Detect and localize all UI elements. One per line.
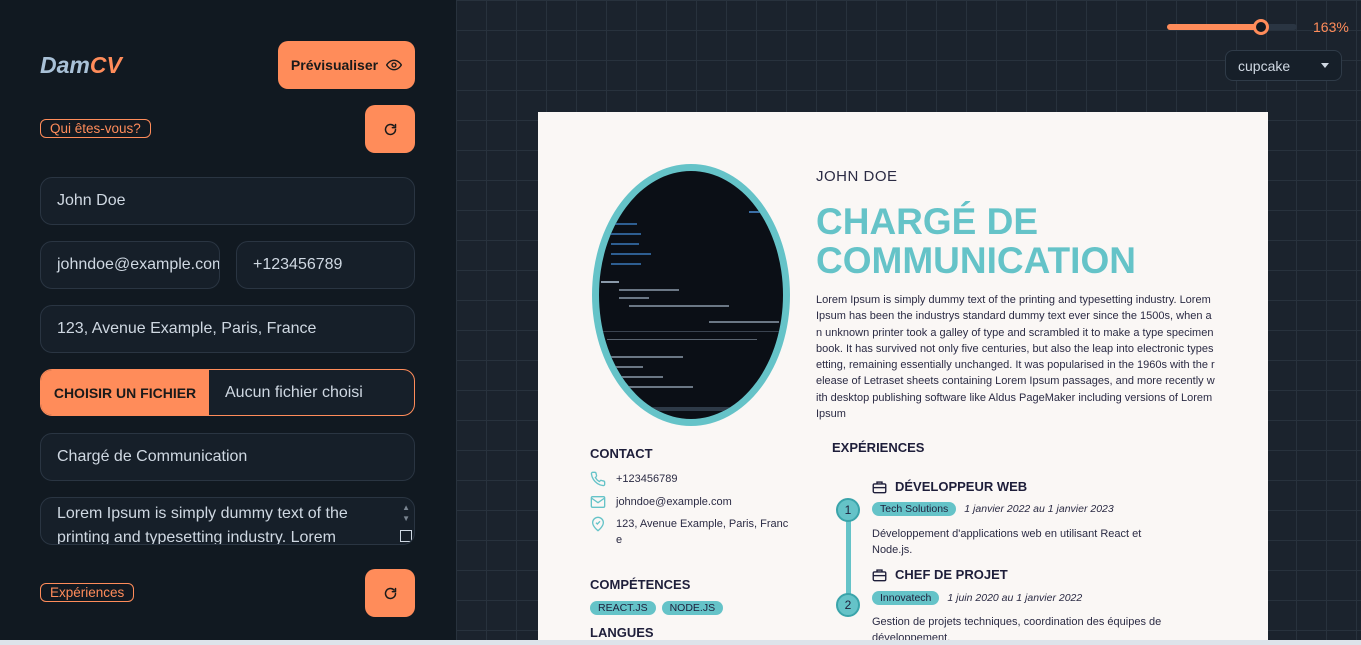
zoom-slider-fill xyxy=(1167,24,1261,30)
refresh-icon xyxy=(384,123,396,135)
profile-photo xyxy=(592,164,790,426)
photo-detail xyxy=(607,233,641,235)
email-input[interactable]: johndoe@example.com xyxy=(40,241,220,289)
photo-detail xyxy=(603,376,663,378)
file-status-text: Aucun fichier choisi xyxy=(225,383,363,401)
photo-detail xyxy=(607,339,757,340)
timeline-number: 2 xyxy=(836,593,860,617)
cv-job-title: CHARGÉ DE COMMUNICATION xyxy=(816,201,1136,281)
photo-detail xyxy=(629,407,759,411)
briefcase-icon xyxy=(872,480,887,493)
editor-sidebar: DamCV Prévisualiser Qui êtes-vous? John … xyxy=(0,0,456,645)
contact-heading: CONTACT xyxy=(590,446,653,461)
logo-part-dam: Dam xyxy=(40,52,90,78)
photo-detail xyxy=(607,223,637,225)
languages-heading: LANGUES xyxy=(590,625,654,640)
experience-title-text: CHEF DE PROJET xyxy=(895,567,1008,582)
timeline-line xyxy=(846,509,851,605)
location-icon xyxy=(591,516,605,532)
eye-icon xyxy=(386,59,403,71)
photo-detail xyxy=(601,281,619,283)
name-input[interactable]: John Doe xyxy=(40,177,415,225)
reset-experiences-button[interactable] xyxy=(365,569,415,617)
textarea-scroll-arrows[interactable]: ▲ ▼ xyxy=(402,502,410,524)
logo-part-cv: CV xyxy=(89,52,122,78)
photo-detail xyxy=(611,243,639,245)
photo-detail xyxy=(603,356,683,358)
description-text: Lorem Ipsum is simply dummy text of the … xyxy=(57,505,348,545)
photo-detail xyxy=(599,331,783,332)
photo-detail xyxy=(611,263,641,265)
experience-dates: 1 juin 2020 au 1 janvier 2022 xyxy=(947,592,1083,604)
photo-detail xyxy=(629,305,729,307)
skills-list: REACT.JS NODE.JS xyxy=(590,601,724,615)
app-logo: DamCV xyxy=(40,52,122,79)
choose-file-button[interactable]: CHOISIR UN FICHIER xyxy=(41,370,209,415)
address-input[interactable]: 123, Avenue Example, Paris, France xyxy=(40,305,415,353)
briefcase-icon xyxy=(872,568,887,581)
timeline-number: 1 xyxy=(836,498,860,522)
experience-dates: 1 janvier 2022 au 1 janvier 2023 xyxy=(964,503,1114,515)
contact-email: johndoe@example.com xyxy=(590,494,790,510)
photo-file-input[interactable]: CHOISIR UN FICHIER Aucun fichier choisi xyxy=(40,369,415,416)
company-tag: Innovatech xyxy=(872,591,940,605)
reset-identity-button[interactable] xyxy=(365,105,415,153)
experience-title: DÉVELOPPEUR WEB xyxy=(872,479,1027,494)
contact-address-text: 123, Avenue Example, Paris, France xyxy=(616,518,789,546)
company-tag: Tech Solutions xyxy=(872,502,957,516)
experience-meta: Innovatech 1 juin 2020 au 1 janvier 2022 xyxy=(872,591,1082,605)
photo-detail xyxy=(619,289,679,291)
experience-meta: Tech Solutions 1 janvier 2022 au 1 janvi… xyxy=(872,502,1114,516)
description-textarea[interactable]: Lorem Ipsum is simply dummy text of the … xyxy=(40,497,415,545)
zoom-percentage: 163% xyxy=(1313,19,1349,35)
theme-select-value: cupcake xyxy=(1238,57,1291,74)
experience-description: Développement d'applications web en util… xyxy=(872,528,1142,556)
zoom-slider[interactable] xyxy=(1167,19,1297,35)
job-title-input[interactable]: Chargé de Communication xyxy=(40,433,415,481)
textarea-resize-handle[interactable] xyxy=(400,530,412,542)
skill-tag: NODE.JS xyxy=(661,601,724,615)
preview-button-label: Prévisualiser xyxy=(290,57,379,73)
contact-phone-text: +123456789 xyxy=(616,473,678,485)
window-bottom-edge xyxy=(0,640,1361,645)
experience-title-text: DÉVELOPPEUR WEB xyxy=(895,479,1028,494)
chevron-down-icon xyxy=(1321,63,1329,68)
theme-select[interactable]: cupcake xyxy=(1225,50,1342,81)
cv-description: Lorem Ipsum is simply dummy text of the … xyxy=(816,294,1215,421)
section-badge-experiences: Expériences xyxy=(40,583,135,602)
preview-button[interactable]: Prévisualiser xyxy=(278,41,415,89)
contact-phone: +123456789 xyxy=(590,471,790,487)
contact-email-text: johndoe@example.com xyxy=(616,496,732,508)
photo-detail xyxy=(749,211,767,213)
phone-input[interactable]: +123456789 xyxy=(236,241,415,289)
phone-icon xyxy=(590,471,606,487)
zoom-slider-handle[interactable] xyxy=(1252,19,1269,35)
cv-full-name: JOHN DOE xyxy=(816,168,898,185)
contact-address: 123, Avenue Example, Paris, France xyxy=(590,516,790,548)
photo-detail xyxy=(603,366,643,368)
photo-detail xyxy=(603,386,693,388)
experiences-heading: EXPÉRIENCES xyxy=(832,440,925,455)
photo-detail xyxy=(709,321,779,323)
photo-detail xyxy=(611,253,651,255)
skill-tag: REACT.JS xyxy=(590,601,656,615)
refresh-icon xyxy=(384,587,396,599)
section-badge-identity: Qui êtes-vous? xyxy=(40,119,151,138)
experience-title: CHEF DE PROJET xyxy=(872,567,1008,582)
skills-heading: COMPÉTENCES xyxy=(590,577,691,592)
photo-detail xyxy=(619,297,649,299)
mail-icon xyxy=(590,496,606,508)
cv-page: JOHN DOE CHARGÉ DE COMMUNICATION Lorem I… xyxy=(538,112,1268,645)
